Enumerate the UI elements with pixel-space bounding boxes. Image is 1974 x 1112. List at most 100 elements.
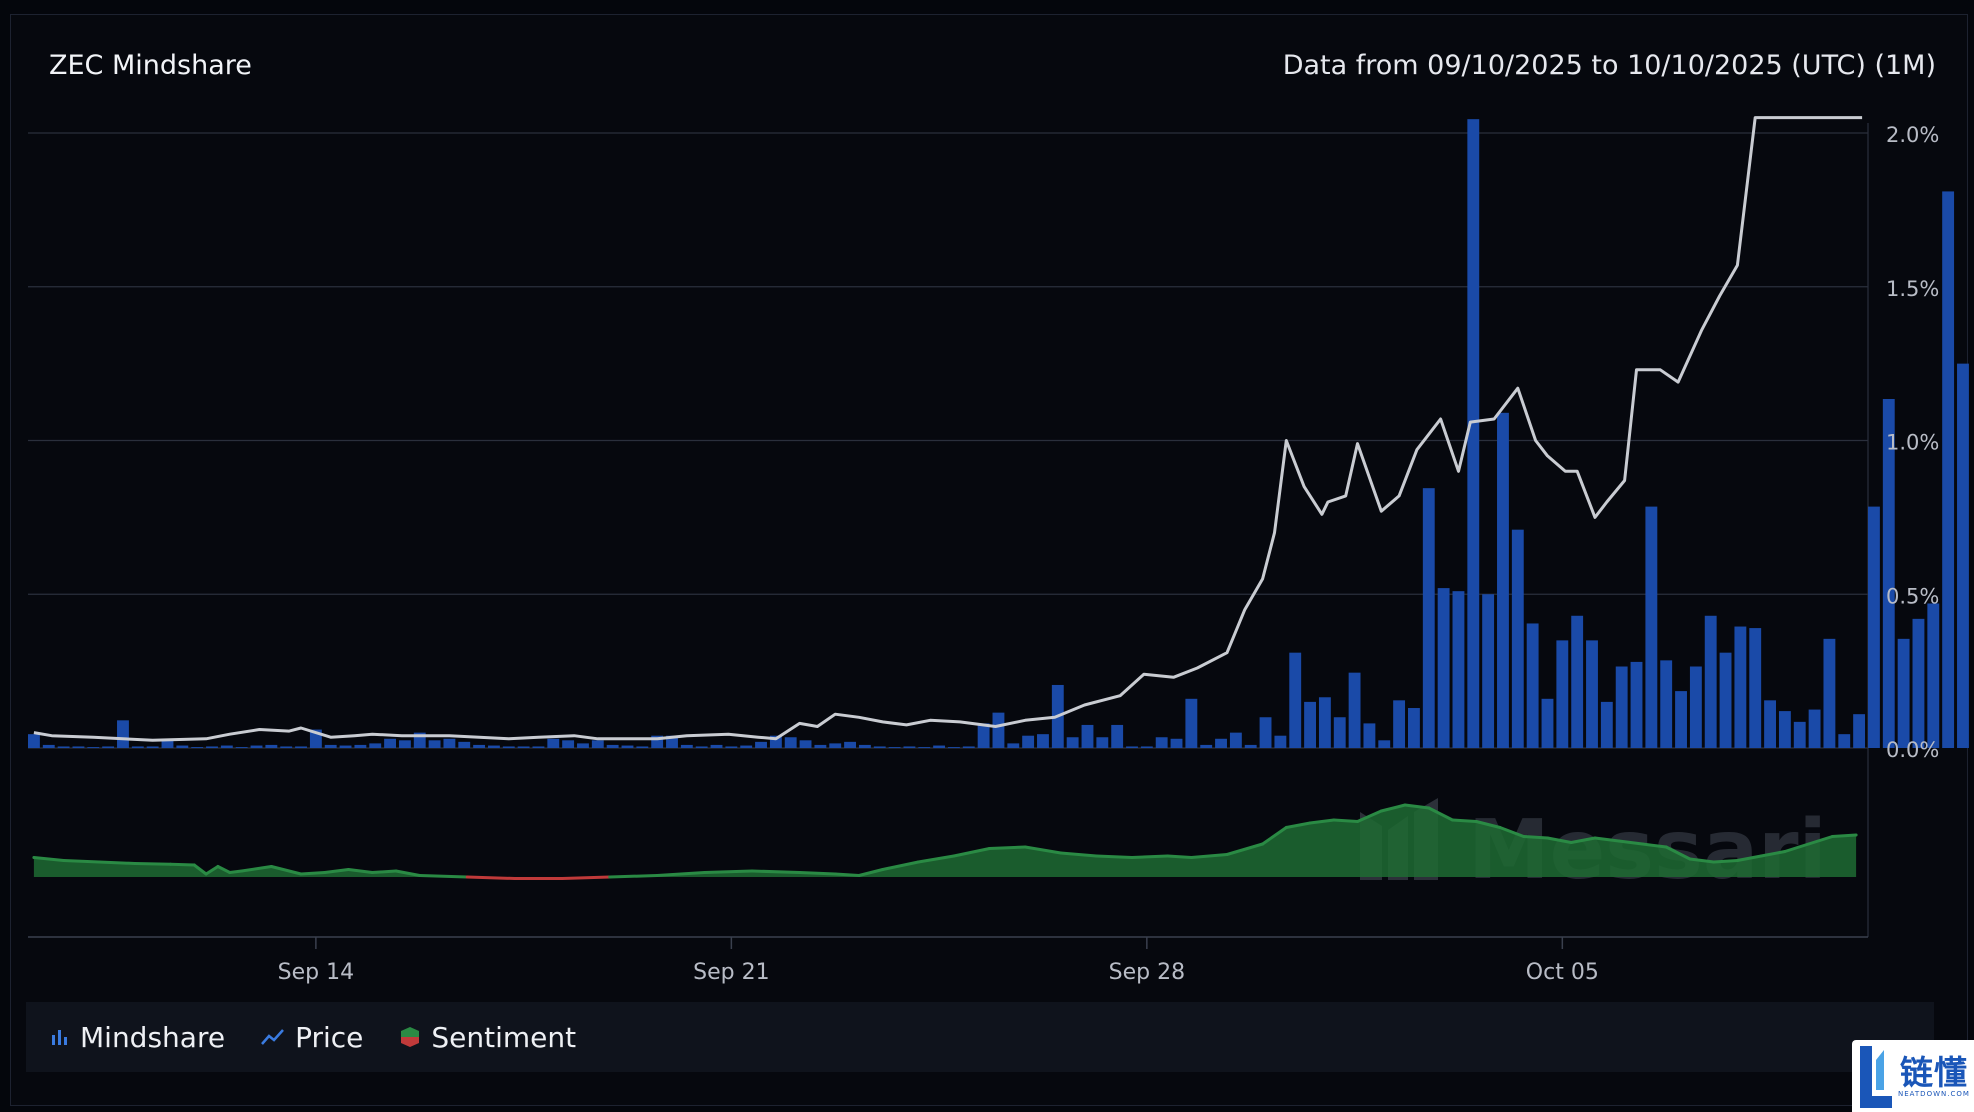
mindshare-bar[interactable] — [191, 747, 204, 748]
mindshare-bar[interactable] — [1957, 363, 1969, 749]
mindshare-bar[interactable] — [1244, 744, 1257, 748]
mindshare-bar[interactable] — [131, 746, 144, 748]
mindshare-bar[interactable] — [725, 746, 738, 748]
mindshare-bar[interactable] — [918, 747, 931, 748]
mindshare-bar[interactable] — [1408, 708, 1420, 748]
mindshare-bar[interactable] — [606, 744, 619, 748]
mindshare-bar[interactable] — [398, 740, 411, 748]
mindshare-bar[interactable] — [1868, 506, 1880, 748]
mindshare-bar[interactable] — [1511, 529, 1524, 748]
mindshare-bar[interactable] — [1111, 724, 1124, 748]
mindshare-bar[interactable] — [1378, 740, 1391, 748]
mindshare-bar[interactable] — [977, 723, 990, 748]
mindshare-bar[interactable] — [1764, 700, 1776, 748]
mindshare-bar[interactable] — [324, 744, 337, 748]
mindshare-bar[interactable] — [962, 746, 975, 748]
mindshare-bar[interactable] — [1689, 666, 1702, 748]
mindshare-bar[interactable] — [1126, 746, 1138, 748]
mindshare-bar[interactable] — [1467, 119, 1480, 748]
mindshare-bar[interactable] — [1541, 698, 1554, 748]
mindshare-bar[interactable] — [1096, 737, 1109, 748]
mindshare-bar[interactable] — [1571, 615, 1584, 748]
mindshare-bar[interactable] — [591, 740, 604, 748]
mindshare-bar[interactable] — [577, 743, 589, 748]
mindshare-bar[interactable] — [1823, 638, 1836, 748]
mindshare-bar[interactable] — [1645, 506, 1658, 748]
mindshare-bar[interactable] — [250, 745, 263, 748]
mindshare-bar[interactable] — [488, 745, 500, 748]
legend-item-price[interactable]: Price — [261, 1021, 363, 1054]
mindshare-bar[interactable] — [1600, 701, 1613, 749]
mindshare-bar[interactable] — [740, 745, 753, 748]
mindshare-bar[interactable] — [146, 746, 159, 748]
mindshare-bar[interactable] — [1289, 652, 1302, 748]
mindshare-bar[interactable] — [428, 740, 441, 748]
mindshare-bar[interactable] — [1660, 660, 1673, 748]
mindshare-bar[interactable] — [1452, 591, 1465, 748]
mindshare-bar[interactable] — [547, 738, 560, 748]
mindshare-bar[interactable] — [384, 738, 396, 748]
mindshare-bar[interactable] — [117, 720, 129, 748]
mindshare-bar[interactable] — [933, 745, 946, 748]
mindshare-bar[interactable] — [1140, 746, 1153, 748]
mindshare-bar[interactable] — [1200, 744, 1213, 748]
mindshare-bar[interactable] — [1838, 734, 1851, 748]
mindshare-bar[interactable] — [1318, 697, 1331, 748]
mindshare-bar[interactable] — [42, 744, 55, 748]
mindshare-bar[interactable] — [473, 744, 486, 748]
mindshare-bar[interactable] — [1586, 640, 1598, 749]
mindshare-bar[interactable] — [1348, 672, 1361, 748]
mindshare-bar[interactable] — [1719, 652, 1732, 748]
mindshare-bar[interactable] — [443, 738, 456, 748]
mindshare-bar[interactable] — [1497, 412, 1509, 748]
mindshare-bar[interactable] — [1037, 734, 1049, 748]
mindshare-bar[interactable] — [858, 744, 871, 748]
mindshare-bar[interactable] — [1615, 666, 1628, 748]
mindshare-bar[interactable] — [1793, 721, 1806, 748]
mindshare-bar[interactable] — [1630, 661, 1643, 748]
mindshare-bar[interactable] — [87, 747, 100, 748]
legend-item-sentiment[interactable]: Sentiment — [399, 1021, 576, 1054]
mindshare-bar[interactable] — [265, 744, 278, 748]
mindshare-bar[interactable] — [220, 745, 233, 748]
mindshare-bar[interactable] — [354, 744, 367, 748]
mindshare-bar[interactable] — [1081, 724, 1094, 748]
mindshare-bar[interactable] — [1927, 603, 1940, 748]
mindshare-bar[interactable] — [799, 740, 812, 748]
mindshare-bar[interactable] — [1808, 709, 1821, 748]
mindshare-bar[interactable] — [1675, 691, 1687, 748]
mindshare-bar[interactable] — [458, 741, 471, 748]
mindshare-bar[interactable] — [710, 744, 723, 748]
mindshare-bar[interactable] — [369, 743, 382, 748]
mindshare-bar[interactable] — [1526, 623, 1539, 748]
mindshare-bar[interactable] — [844, 741, 856, 748]
mindshare-bar[interactable] — [888, 747, 901, 748]
mindshare-bar[interactable] — [903, 746, 916, 748]
mindshare-bar[interactable] — [784, 737, 797, 748]
mindshare-bar[interactable] — [562, 740, 575, 748]
mindshare-bar[interactable] — [339, 745, 352, 748]
mindshare-bar[interactable] — [1007, 743, 1020, 748]
mindshare-bar[interactable] — [102, 746, 115, 748]
mindshare-bar[interactable] — [1853, 714, 1866, 748]
mindshare-bar[interactable] — [1066, 737, 1079, 748]
mindshare-bar[interactable] — [1912, 618, 1925, 748]
mindshare-bar[interactable] — [1734, 626, 1747, 748]
mindshare-bar[interactable] — [1778, 711, 1791, 748]
mindshare-bar[interactable] — [1170, 738, 1183, 748]
mindshare-bar[interactable] — [1022, 735, 1035, 748]
mindshare-bar[interactable] — [814, 744, 827, 748]
mindshare-bar[interactable] — [755, 741, 767, 748]
mindshare-bar[interactable] — [1482, 594, 1495, 748]
legend-item-mindshare[interactable]: Mindshare — [50, 1021, 225, 1054]
mindshare-bar[interactable] — [1437, 588, 1450, 748]
mindshare-bar[interactable] — [1155, 737, 1168, 748]
mindshare-bar[interactable] — [873, 746, 886, 748]
mindshare-bar[interactable] — [57, 746, 70, 748]
mindshare-bar[interactable] — [1393, 700, 1406, 748]
mindshare-bar[interactable] — [695, 746, 708, 748]
mindshare-bar[interactable] — [1749, 628, 1762, 748]
mindshare-bar[interactable] — [72, 746, 85, 748]
mindshare-bar[interactable] — [28, 734, 40, 748]
mindshare-bar[interactable] — [636, 746, 649, 748]
